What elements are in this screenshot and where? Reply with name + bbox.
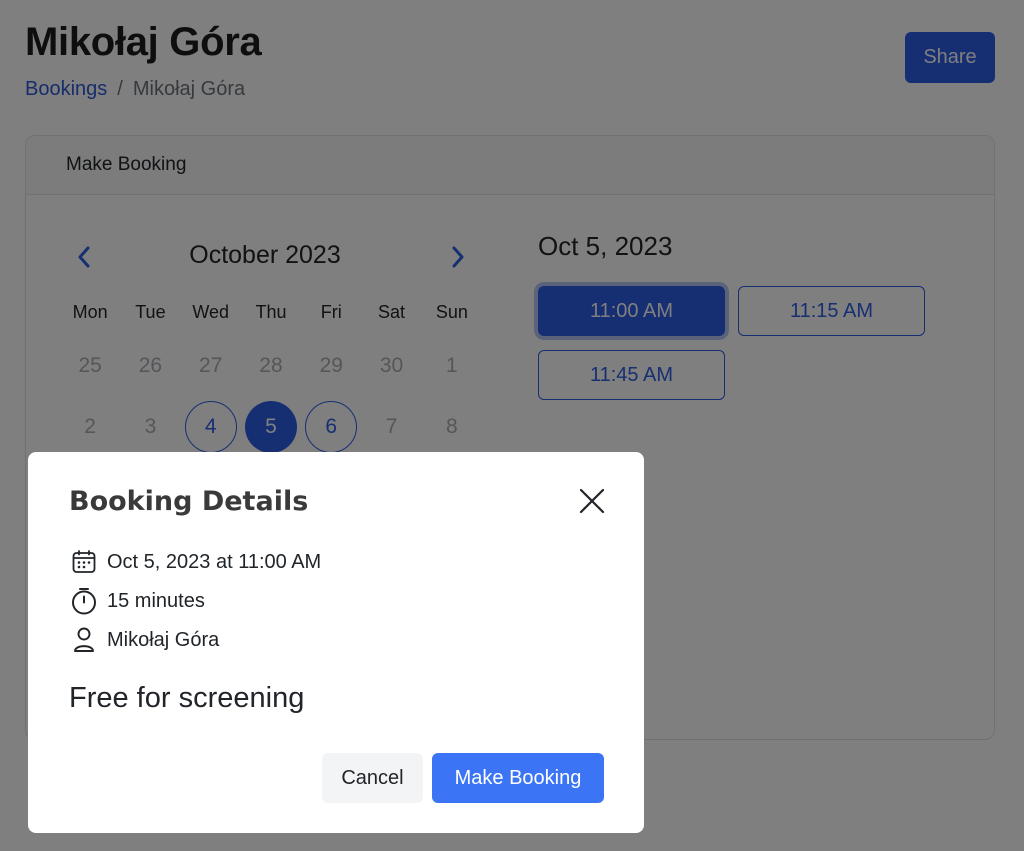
booking-duration: 15 minutes	[107, 589, 205, 612]
close-button[interactable]	[575, 484, 609, 518]
booking-duration-row: 15 minutes	[71, 587, 205, 615]
cancel-button[interactable]: Cancel	[322, 753, 423, 803]
stopwatch-icon	[71, 587, 97, 615]
booking-datetime: Oct 5, 2023 at 11:00 AM	[107, 550, 322, 573]
make-booking-button[interactable]: Make Booking	[432, 753, 604, 803]
booking-host-row: Mikołaj Góra	[71, 626, 219, 654]
booking-details-modal: Booking Details Oct 5, 2023 at 11:00 AM …	[28, 452, 644, 833]
calendar-icon	[71, 548, 97, 576]
event-name: Free for screening	[69, 682, 305, 714]
modal-title: Booking Details	[69, 486, 309, 517]
person-icon	[71, 626, 97, 654]
close-icon	[579, 488, 605, 514]
booking-page: Mikołaj Góra Bookings / Mikołaj Góra Sha…	[0, 0, 1024, 851]
booking-host: Mikołaj Góra	[107, 628, 220, 651]
booking-datetime-row: Oct 5, 2023 at 11:00 AM	[71, 548, 321, 576]
